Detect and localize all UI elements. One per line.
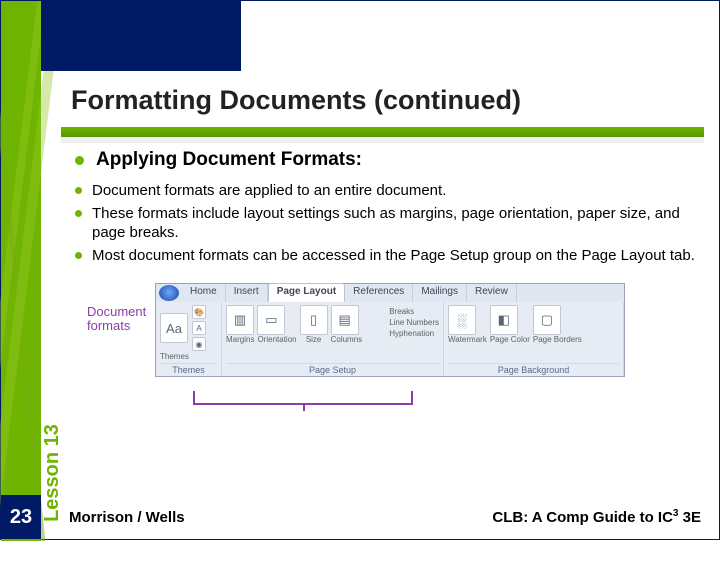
breaks-label: Breaks — [389, 307, 439, 316]
heading-text: Applying Document Formats: — [96, 149, 362, 171]
ribbon-panel: Home Insert Page Layout References Maili… — [155, 283, 625, 377]
group-label-page-setup: Page Setup — [226, 363, 439, 375]
themes-icon: Aa — [160, 313, 188, 343]
footer-left-text: Morrison / Wells — [69, 509, 185, 526]
ribbon-tab-references: References — [345, 284, 413, 302]
size-label: Size — [300, 335, 328, 344]
bullet-dot-icon — [75, 210, 82, 217]
ribbon-illustration: Document formats Home Insert Page Layout… — [87, 283, 627, 413]
decorative-stripe — [1, 1, 41, 541]
ribbon-tab-insert: Insert — [226, 284, 268, 302]
bullet-dot-icon — [75, 252, 82, 259]
callout-bracket — [193, 391, 413, 405]
orientation-label: Orientation — [257, 335, 296, 344]
page-number: 23 — [1, 495, 41, 539]
ribbon-group-page-setup: ▥ Margins ▭ Orientation ▯ Size — [222, 302, 444, 376]
page-borders-label: Page Borders — [533, 335, 582, 344]
theme-effects-icon: ◉ — [192, 337, 206, 351]
lesson-label-vertical: Lesson 13 — [41, 211, 61, 401]
theme-fonts-icon: A — [192, 321, 206, 335]
themes-button-label: Themes — [160, 352, 217, 361]
ribbon-tab-page-layout: Page Layout — [268, 283, 345, 302]
columns-icon: ▤ — [331, 305, 359, 335]
ribbon-group-themes: Aa 🎨 A ◉ Themes Themes — [156, 302, 222, 376]
sub-bullet-text: These formats include layout settings su… — [92, 204, 699, 243]
ribbon-tab-review: Review — [467, 284, 517, 302]
size-icon: ▯ — [300, 305, 328, 335]
footer-right-prefix: CLB: A Comp Guide to IC — [492, 509, 673, 526]
bullet-dot-icon — [75, 156, 84, 165]
footer-right-text: CLB: A Comp Guide to IC3 3E — [492, 508, 701, 526]
office-button-icon — [159, 285, 179, 301]
bullet-dot-icon — [75, 187, 82, 194]
page-color-icon: ◧ — [490, 305, 518, 335]
heading-bullet: Applying Document Formats: — [75, 149, 699, 171]
title-underline — [61, 127, 704, 137]
decorative-navy-block — [41, 1, 241, 71]
ribbon-tabs: Home Insert Page Layout References Maili… — [156, 284, 624, 302]
sub-bullet-2: These formats include layout settings su… — [75, 204, 699, 243]
group-label-themes: Themes — [160, 363, 217, 375]
watermark-icon: ░ — [448, 305, 476, 335]
line-numbers-label: Line Numbers — [389, 318, 439, 327]
ribbon-tab-mailings: Mailings — [413, 284, 467, 302]
callout-label: Document formats — [87, 305, 147, 334]
margins-icon: ▥ — [226, 305, 254, 335]
orientation-icon: ▭ — [257, 305, 285, 335]
sub-bullet-3: Most document formats can be accessed in… — [75, 246, 699, 266]
ribbon-tab-home: Home — [182, 284, 226, 302]
page-borders-icon: ▢ — [533, 305, 561, 335]
footer: 23 Morrison / Wells CLB: A Comp Guide to… — [1, 495, 719, 539]
watermark-label: Watermark — [448, 335, 487, 344]
page-color-label: Page Color — [490, 335, 530, 344]
page-title: Formatting Documents (continued) — [71, 85, 699, 116]
margins-label: Margins — [226, 335, 254, 344]
columns-label: Columns — [331, 335, 363, 344]
sub-bullet-text: Document formats are applied to an entir… — [92, 181, 446, 201]
sub-bullet-text: Most document formats can be accessed in… — [92, 246, 695, 266]
ribbon-group-page-background: ░ Watermark ◧ Page Color ▢ Page Borders — [444, 302, 624, 376]
theme-colors-icon: 🎨 — [192, 305, 206, 319]
group-label-page-background: Page Background — [448, 363, 619, 375]
footer-right-suffix: 3E — [678, 509, 701, 526]
sub-bullet-1: Document formats are applied to an entir… — [75, 181, 699, 201]
hyphenation-label: Hyphenation — [389, 329, 439, 338]
